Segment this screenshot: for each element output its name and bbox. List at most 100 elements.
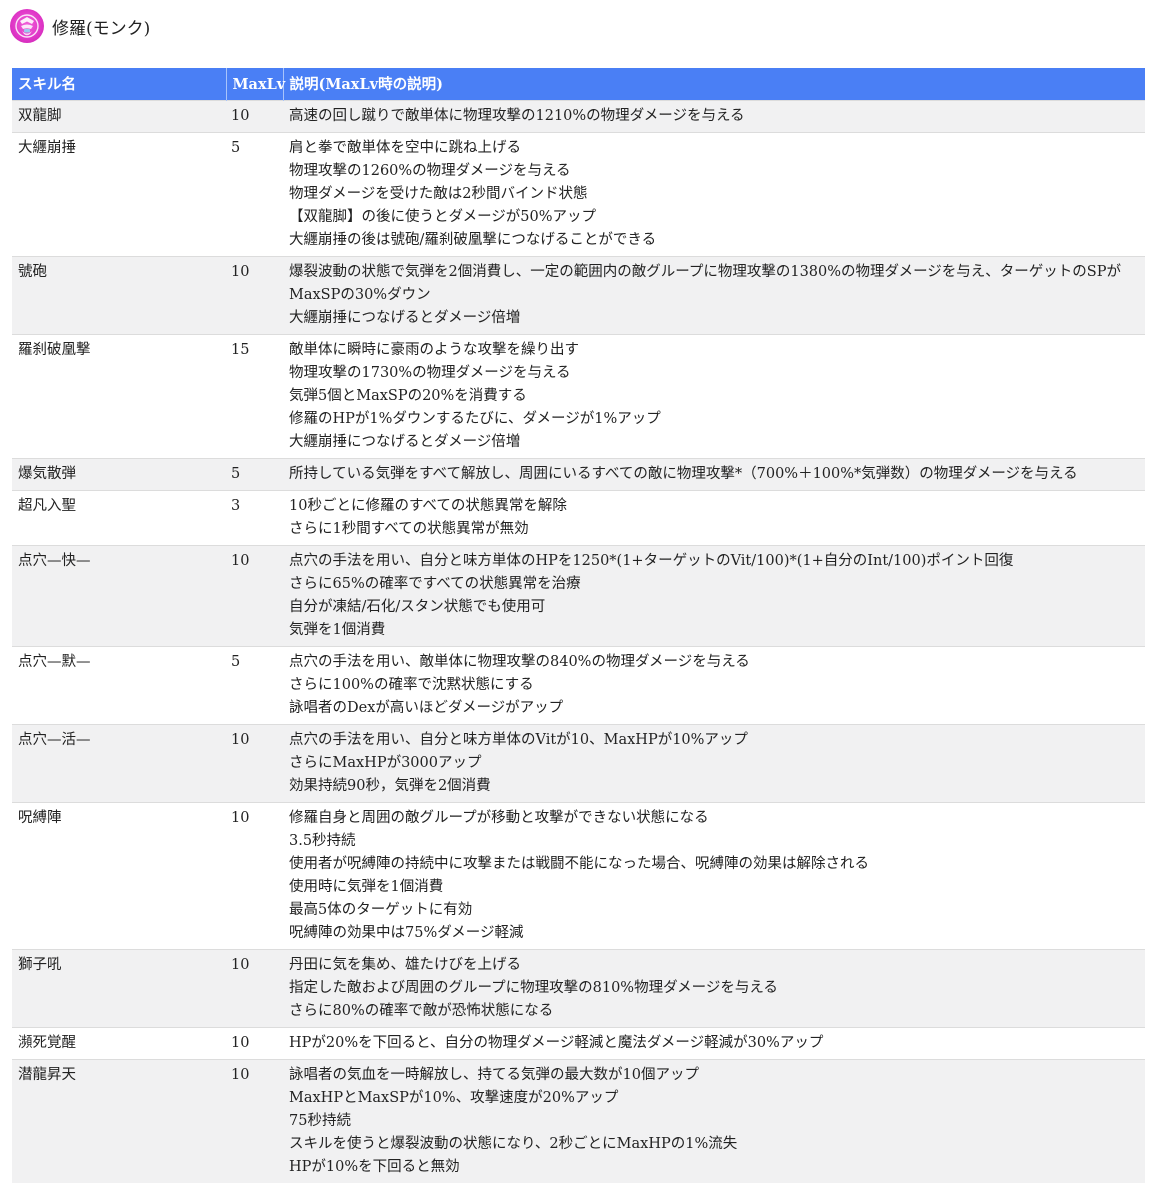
description-line: 所持している気弾をすべて解放し、周囲にいるすべての敵に物理攻撃*（700%＋10…	[289, 466, 1078, 482]
skill-name-cell: 超凡入聖	[12, 490, 226, 546]
description-line: 物理ダメージを受けた敵は2秒間バインド状態	[289, 186, 588, 202]
description-line: 指定した敵および周囲のグループに物理攻撃の810%物理ダメージを与える	[289, 980, 778, 996]
description-line: 75秒持続	[289, 1113, 351, 1129]
skill-name-cell: 双龍脚	[12, 100, 226, 133]
skill-description-cell: 肩と拳で敵単体を空中に跳ね上げる物理攻撃の1260%の物理ダメージを与える物理ダ…	[283, 132, 1145, 257]
description-line: 自分が凍結/石化/スタン状態でも使用可	[289, 599, 546, 615]
description-line: 詠唱者の気血を一時解放し、持てる気弾の最大数が10個アップ	[289, 1067, 699, 1083]
skill-description-cell: 点穴の手法を用い、敵単体に物理攻撃の840%の物理ダメージを与える さらに100%…	[283, 646, 1145, 725]
skill-maxlv-cell: 5	[226, 458, 283, 491]
table-row: 號砲 10 爆裂波動の状態で気弾を2個消費し、一定の範囲内の敵グループに物理攻撃の1…	[12, 256, 1145, 335]
skill-name-cell: 號砲	[12, 256, 226, 335]
description-line: スキルを使うと爆裂波動の状態になり、2秒ごとにMaxHPの1%流失	[289, 1136, 738, 1152]
table-row: 超凡入聖 3 10秒ごとに修羅のすべての状態異常を解除 さらに1秒間すべての状態異常が…	[12, 490, 1145, 546]
skill-maxlv-cell: 10	[226, 724, 283, 803]
skill-description-cell: 10秒ごとに修羅のすべての状態異常を解除 さらに1秒間すべての状態異常が無効	[283, 490, 1145, 546]
skill-description-cell: 点穴の手法を用い、自分と味方単体のVitが10、MaxHPが10%アップ さらにM…	[283, 724, 1145, 803]
column-header-description: 説明(MaxLv時の説明)	[283, 68, 1145, 101]
description-line: 使用者が呪縛陣の持続中に攻撃または戦闘不能になった場合、呪縛陣の効果は解除される	[289, 856, 869, 872]
description-line: 3.5秒持続	[289, 833, 356, 849]
skill-maxlv-cell: 15	[226, 334, 283, 459]
skill-maxlv-cell: 10	[226, 802, 283, 950]
skill-description-cell: 敵単体に瞬時に豪雨のような攻撃を繰り出す 物理攻撃の1730%の物理ダメージを与え…	[283, 334, 1145, 459]
page-header: 修羅(モンク)	[10, 8, 150, 44]
skill-maxlv-cell: 5	[226, 132, 283, 257]
skill-description-cell: 所持している気弾をすべて解放し、周囲にいるすべての敵に物理攻撃*（700%＋10…	[283, 458, 1145, 491]
skill-maxlv-cell: 10	[226, 100, 283, 133]
description-line: 10秒ごとに修羅のすべての状態異常を解除	[289, 498, 567, 514]
skill-name-cell: 点穴—活—	[12, 724, 226, 803]
table-row: 羅刹破凰撃 15 敵単体に瞬時に豪雨のような攻撃を繰り出す 物理攻撃の1730%の物理…	[12, 334, 1145, 459]
description-line: 物理攻撃の1260%の物理ダメージを与える	[289, 163, 571, 179]
table-row: 獅子吼 10 丹田に気を集め、雄たけびを上げる 指定した敵および周囲のグループに物理攻…	[12, 949, 1145, 1028]
description-line: 大纒崩捶の後は號砲/羅刹破凰撃につなげることができる	[289, 232, 657, 248]
description-line: さらに80%の確率で敵が恐怖状態になる	[289, 1003, 554, 1019]
table-row: 点穴—快— 10 点穴の手法を用い、自分と味方単体のHPを1250*(1+ターゲット…	[12, 545, 1145, 647]
description-line: 詠唱者のDexが高いほどダメージがアップ	[289, 700, 564, 716]
skill-name-cell: 爆気散弾	[12, 458, 226, 491]
description-line: HPが10%を下回ると無効	[289, 1159, 460, 1175]
skill-name-cell: 獅子吼	[12, 949, 226, 1028]
column-header-skill-name: スキル名	[12, 68, 227, 101]
table-header-row: スキル名 MaxLv 説明(MaxLv時の説明)	[12, 68, 1145, 101]
table-row: 呪縛陣 10 修羅自身と周囲の敵グループが移動と攻撃ができない状態になる 3.5秒持続…	[12, 802, 1145, 950]
description-line: 修羅のHPが1%ダウンするたびに、ダメージが1%アップ	[289, 411, 661, 427]
table-row: 爆気散弾 5 所持している気弾をすべて解放し、周囲にいるすべての敵に物理攻撃*（70…	[12, 458, 1145, 491]
page-title: 修羅(モンク)	[52, 18, 151, 39]
skill-name-cell: 呪縛陣	[12, 802, 226, 950]
table-row: 点穴—默— 5 点穴の手法を用い、敵単体に物理攻撃の840%の物理ダメージを与えるさ…	[12, 646, 1145, 725]
description-line: 物理攻撃の1730%の物理ダメージを与える	[289, 365, 571, 381]
description-line: 大纒崩捶につなげるとダメージ倍増	[289, 310, 521, 326]
skill-name-cell: 大纒崩捶	[12, 132, 226, 257]
description-line: 高速の回し蹴りで敵単体に物理攻撃の1210%の物理ダメージを与える	[289, 108, 745, 124]
description-line: 敵単体に瞬時に豪雨のような攻撃を繰り出す	[289, 342, 579, 358]
skill-name-cell: 羅刹破凰撃	[12, 334, 226, 459]
description-line: 点穴の手法を用い、自分と味方単体のHPを1250*(1+ターゲットのVit/10…	[289, 553, 1014, 569]
table-row: 点穴—活— 10 点穴の手法を用い、自分と味方単体のVitが10、MaxHPが10%…	[12, 724, 1145, 803]
description-line: 効果持続90秒，気弾を2個消費	[289, 778, 491, 794]
skill-description-cell: 詠唱者の気血を一時解放し、持てる気弾の最大数が10個アップ MaxHPとMaxSP…	[283, 1059, 1145, 1183]
description-line: 【双龍脚】の後に使うとダメージが50%アップ	[289, 209, 597, 225]
skill-description-cell: 修羅自身と周囲の敵グループが移動と攻撃ができない状態になる 3.5秒持続使用者が呪…	[283, 802, 1145, 950]
description-line: 修羅自身と周囲の敵グループが移動と攻撃ができない状態になる	[289, 810, 709, 826]
table-row: 双龍脚 10 高速の回し蹴りで敵単体に物理攻撃の1210%の物理ダメージを与える	[12, 100, 1145, 133]
skill-maxlv-cell: 10	[226, 949, 283, 1028]
description-line: MaxHPとMaxSPが10%、攻撃速度が20%アップ	[289, 1090, 619, 1106]
description-line: 丹田に気を集め、雄たけびを上げる	[289, 957, 521, 973]
description-line: 点穴の手法を用い、敵単体に物理攻撃の840%の物理ダメージを与える	[289, 654, 750, 670]
skill-maxlv-cell: 5	[226, 646, 283, 725]
description-line: 最高5体のターゲットに有効	[289, 902, 473, 918]
column-header-maxlv: MaxLv	[226, 68, 285, 101]
description-line: 爆裂波動の状態で気弾を2個消費し、一定の範囲内の敵グループに物理攻撃の1380%…	[289, 264, 1121, 303]
skill-name-cell: 点穴—默—	[12, 646, 226, 725]
description-line: HPが20%を下回ると、自分の物理ダメージ軽減と魔法ダメージ軽減が30%アップ	[289, 1035, 824, 1051]
description-line: さらにMaxHPが3000アップ	[289, 755, 482, 771]
skill-description-cell: 高速の回し蹴りで敵単体に物理攻撃の1210%の物理ダメージを与える	[283, 100, 1145, 133]
table-row: 瀕死覚醒 10 HPが20%を下回ると、自分の物理ダメージ軽減と魔法ダメージ軽減が3…	[12, 1027, 1145, 1060]
table-row: 潜龍昇天 10 詠唱者の気血を一時解放し、持てる気弾の最大数が10個アップ MaxHP…	[12, 1059, 1145, 1183]
skill-name-cell: 点穴—快—	[12, 545, 226, 647]
description-line: 大纒崩捶につなげるとダメージ倍増	[289, 434, 521, 450]
description-line: さらに100%の確率で沈黙状態にする	[289, 677, 534, 693]
skill-maxlv-cell: 10	[226, 1027, 283, 1060]
description-line: さらに65%の確率ですべての状態異常を治療	[289, 576, 581, 592]
skill-name-cell: 潜龍昇天	[12, 1059, 226, 1183]
skill-maxlv-cell: 10	[226, 545, 283, 647]
description-line: 気弾を1個消費	[289, 622, 386, 638]
skill-description-cell: 爆裂波動の状態で気弾を2個消費し、一定の範囲内の敵グループに物理攻撃の1380%…	[283, 256, 1145, 335]
description-line: さらに1秒間すべての状態異常が無効	[289, 521, 529, 537]
skill-maxlv-cell: 10	[226, 1059, 283, 1183]
skill-description-cell: 点穴の手法を用い、自分と味方単体のHPを1250*(1+ターゲットのVit/10…	[283, 545, 1145, 647]
skill-maxlv-cell: 3	[226, 490, 283, 546]
description-line: 気弾5個とMaxSPの20%を消費する	[289, 388, 527, 404]
skill-maxlv-cell: 10	[226, 256, 283, 335]
skill-description-cell: 丹田に気を集め、雄たけびを上げる指定した敵および周囲のグループに物理攻撃の810…	[283, 949, 1145, 1028]
description-line: 肩と拳で敵単体を空中に跳ね上げる	[289, 140, 521, 156]
description-line: 呪縛陣の効果中は75%ダメージ軽減	[289, 925, 524, 941]
skill-description-cell: HPが20%を下回ると、自分の物理ダメージ軽減と魔法ダメージ軽減が30%アップ	[283, 1027, 1145, 1060]
skills-table: スキル名 MaxLv 説明(MaxLv時の説明) 双龍脚 10 高速の回し蹴りで敵単…	[12, 68, 1145, 1183]
description-line: 使用時に気弾を1個消費	[289, 879, 444, 895]
skill-name-cell: 瀕死覚醒	[12, 1027, 226, 1060]
monk-class-emblem-icon	[10, 9, 44, 43]
table-row: 大纒崩捶 5 肩と拳で敵単体を空中に跳ね上げる 物理攻撃の1260%の物理ダメージを与…	[12, 132, 1145, 257]
